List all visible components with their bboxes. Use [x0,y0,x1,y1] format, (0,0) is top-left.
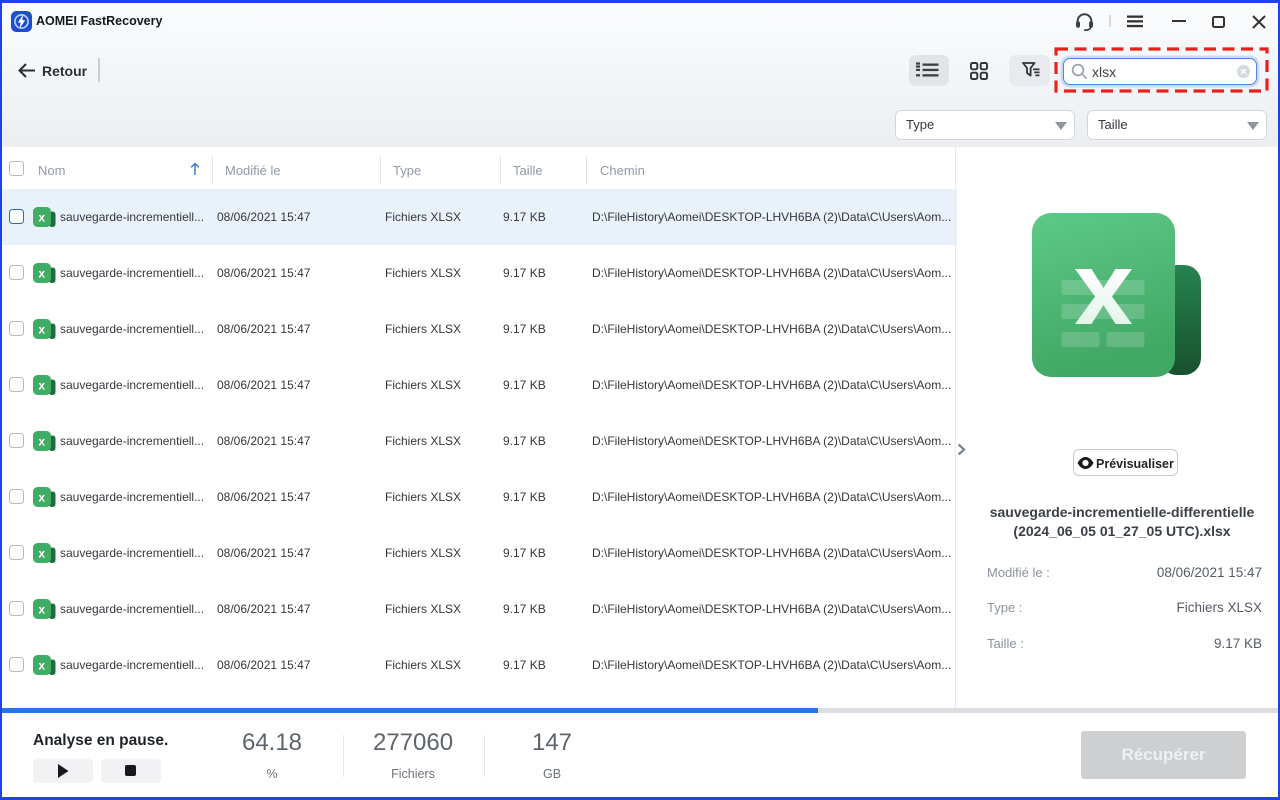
svg-text:x: x [38,435,45,449]
svg-text:x: x [38,267,45,281]
svg-text:x: x [38,603,45,617]
svg-text:x: x [38,547,45,561]
svg-text:x: x [38,323,45,337]
svg-text:x: x [38,659,45,673]
svg-text:x: x [38,211,45,225]
svg-text:x: x [38,491,45,505]
svg-text:x: x [38,379,45,393]
